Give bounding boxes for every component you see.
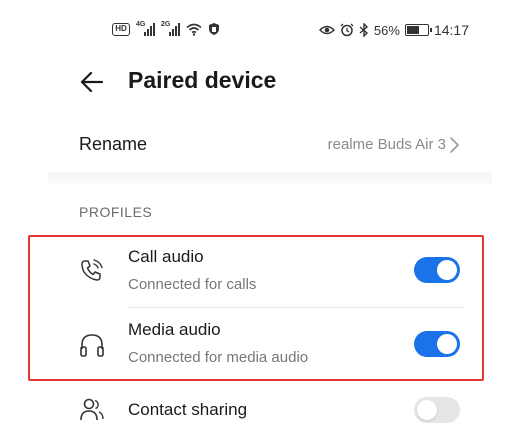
call-audio-toggle[interactable]	[414, 257, 460, 283]
call-audio-subtitle: Connected for calls	[128, 276, 257, 293]
status-bar-right: 56% 14:17	[318, 22, 469, 38]
app-header: Paired device	[48, 58, 492, 106]
status-bar-left: HD 4G 2G	[112, 20, 220, 36]
wifi-icon	[186, 23, 202, 36]
rename-row[interactable]: Rename realme Buds Air 3	[48, 120, 492, 170]
signal-2g-icon: 2G	[161, 20, 180, 36]
section-divider	[48, 172, 492, 184]
chevron-right-icon	[450, 137, 459, 153]
network-type-label: 4G	[136, 20, 146, 28]
profile-row-media-audio[interactable]: Media audio Connected for media audio	[48, 310, 492, 382]
media-audio-toggle[interactable]	[414, 331, 460, 357]
paired-device-screen: HD 4G 2G 56% 14:17 Paired device Rename …	[48, 0, 492, 446]
contact-sharing-title: Contact sharing	[128, 400, 248, 419]
headphones-icon	[80, 334, 104, 357]
battery-icon	[404, 24, 432, 36]
status-clock: 14:17	[433, 22, 469, 38]
contact-sharing-toggle[interactable]	[414, 397, 460, 423]
row-separator	[128, 307, 463, 308]
profile-row-call-audio[interactable]: Call audio Connected for calls	[48, 238, 492, 310]
battery-percent: 56%	[373, 22, 400, 38]
contacts-icon	[80, 398, 104, 421]
arrow-left-icon	[80, 72, 104, 92]
bluetooth-icon	[359, 23, 368, 37]
page-title: Paired device	[128, 67, 277, 93]
alarm-icon	[340, 23, 354, 37]
call-audio-title: Call audio	[128, 247, 204, 266]
profiles-section-label: PROFILES	[79, 204, 153, 220]
back-button[interactable]	[78, 68, 106, 96]
signal-4g-icon: 4G	[136, 20, 155, 36]
profile-row-contact-sharing[interactable]: Contact sharing	[48, 386, 492, 436]
media-audio-title: Media audio	[128, 320, 221, 339]
eye-comfort-icon	[318, 25, 335, 35]
rename-label: Rename	[79, 134, 148, 154]
hd-voice-icon: HD	[112, 22, 130, 36]
media-audio-subtitle: Connected for media audio	[128, 349, 309, 366]
status-bar: HD 4G 2G 56% 14:17	[48, 18, 492, 42]
device-name-value: realme Buds Air 3	[327, 136, 446, 153]
phone-call-icon	[81, 259, 103, 281]
shield-icon	[209, 23, 219, 35]
network-type-label: 2G	[161, 20, 171, 28]
